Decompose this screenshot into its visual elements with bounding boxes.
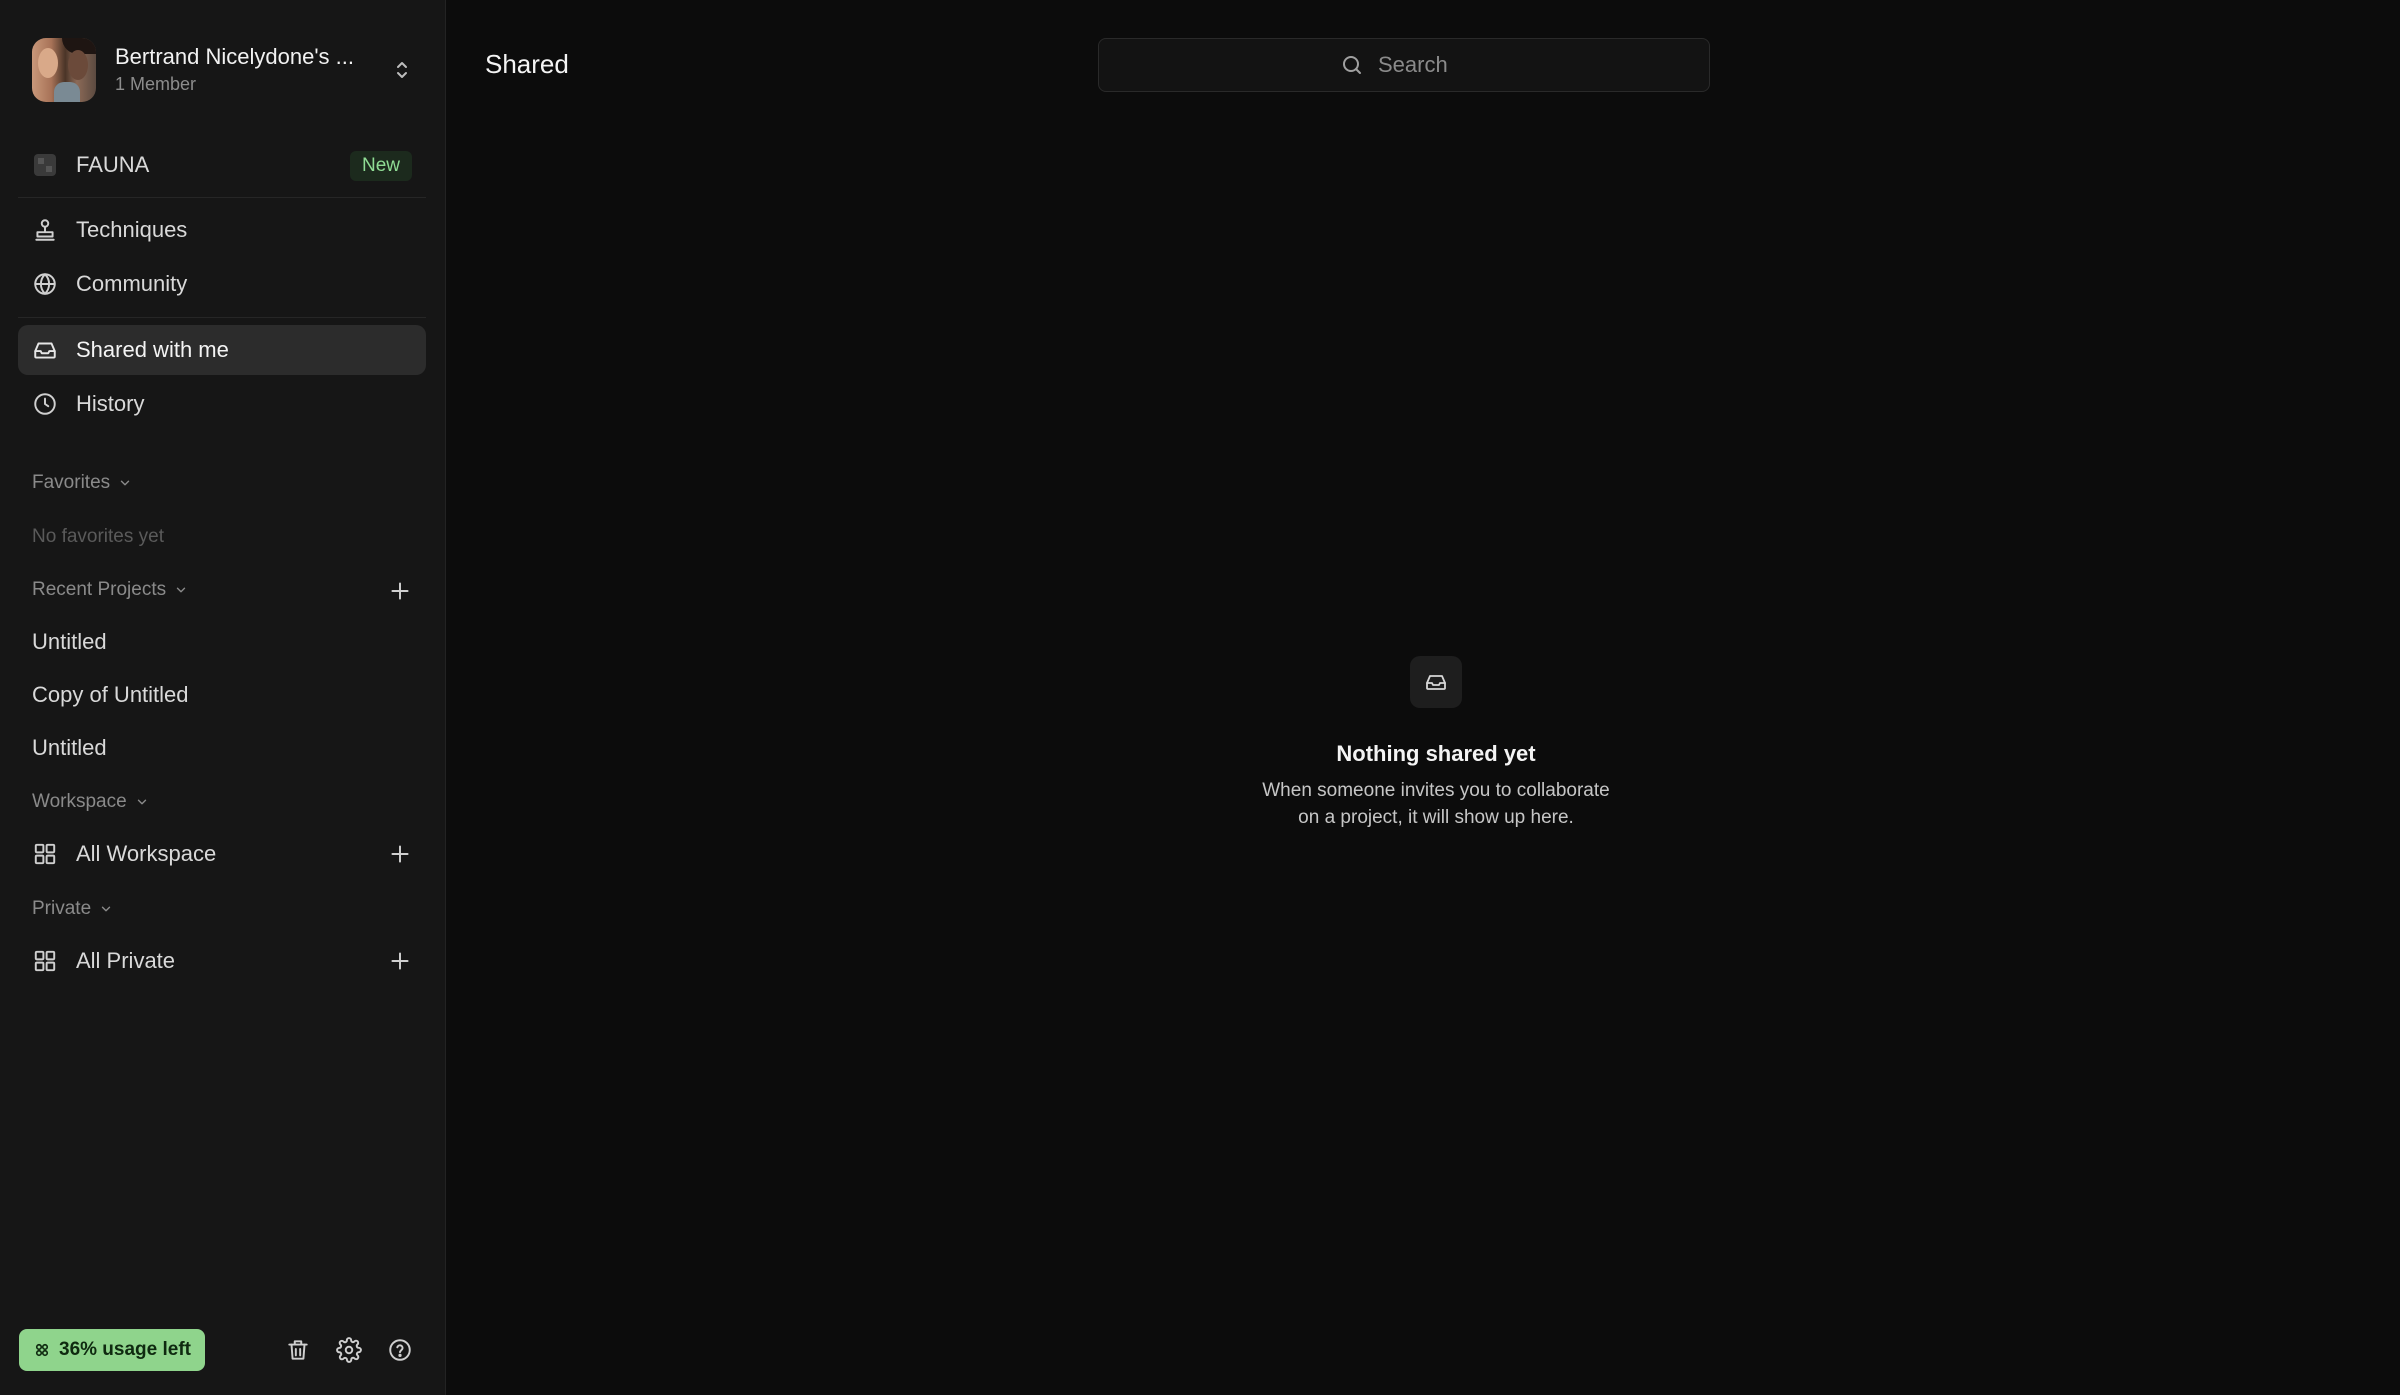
chevron-down-icon <box>120 480 130 486</box>
section-label: Workspace <box>32 791 127 812</box>
sidebar: Bertrand Nicelydone's ... 1 Member FAUNA… <box>0 0 446 1395</box>
nav-item-label: All Workspace <box>76 841 217 866</box>
help-icon <box>389 1339 411 1361</box>
globe-icon <box>32 271 58 297</box>
inbox-icon <box>32 337 58 363</box>
private-section-toggle[interactable]: Private <box>32 898 113 920</box>
empty-state-desc-line: on a project, it will show up here. <box>1298 807 1574 828</box>
recent-project-item[interactable]: Untitled <box>32 735 107 761</box>
recent-projects-section-toggle[interactable]: Recent Projects <box>32 579 188 601</box>
page-title: Shared <box>485 49 569 79</box>
main-content: Shared Nothing shared yet When someone i… <box>447 0 2400 1395</box>
nav-item-techniques[interactable]: Techniques <box>18 205 426 255</box>
stamp-icon <box>32 217 58 243</box>
empty-state-desc-line: When someone invites you to collaborate <box>1262 780 1610 801</box>
chevron-up-down-icon <box>397 62 407 78</box>
search-bar[interactable] <box>1098 38 1710 92</box>
nav-item-shared-with-me[interactable]: Shared with me <box>18 325 426 375</box>
usage-label: 36% usage left <box>59 1339 191 1360</box>
favorites-empty-note: No favorites yet <box>32 526 164 547</box>
plus-icon <box>391 582 409 600</box>
nav-item-label: Shared with me <box>76 337 229 362</box>
nav-item-label: FAUNA <box>76 152 150 177</box>
section-label: Recent Projects <box>32 579 167 600</box>
divider <box>18 317 426 318</box>
trash-button[interactable] <box>285 1337 311 1363</box>
nav-item-fauna[interactable]: FAUNA New <box>18 140 426 190</box>
usage-icon <box>35 1343 49 1357</box>
avatar <box>32 38 96 102</box>
account-members: 1 Member <box>115 74 197 94</box>
section-label: Private <box>32 898 92 919</box>
grid-icon <box>32 948 58 974</box>
plus-icon <box>391 952 409 970</box>
nav-item-all-private[interactable]: All Private <box>18 936 426 986</box>
clock-icon <box>32 391 58 417</box>
divider <box>18 197 426 198</box>
nav-item-label: Techniques <box>76 217 188 242</box>
empty-state-description: When someone invites you to collaborate … <box>1136 777 1736 831</box>
nav-item-label: History <box>76 391 145 416</box>
search-input[interactable] <box>1378 52 1468 78</box>
add-private-button[interactable] <box>387 948 413 974</box>
nav-item-label: All Private <box>76 948 176 973</box>
add-project-button[interactable] <box>387 578 413 604</box>
trash-icon <box>288 1340 308 1360</box>
gear-icon <box>336 1337 362 1363</box>
nav-item-label: Community <box>76 271 188 296</box>
grid-icon <box>32 841 58 867</box>
workspace-section-toggle[interactable]: Workspace <box>32 791 149 813</box>
chevron-down-icon <box>101 906 111 912</box>
section-label: Favorites <box>32 472 111 493</box>
empty-state-title: Nothing shared yet <box>1336 741 1536 766</box>
help-button[interactable] <box>387 1337 413 1363</box>
inbox-icon <box>1426 675 1446 690</box>
nav-item-all-workspace[interactable]: All Workspace <box>18 829 426 879</box>
account-name: Bertrand Nicelydone's ... <box>115 44 354 69</box>
usage-button[interactable]: 36% usage left <box>19 1329 205 1371</box>
recent-project-item[interactable]: Copy of Untitled <box>32 682 189 708</box>
new-badge: New <box>349 151 412 181</box>
chevron-down-icon <box>176 587 186 593</box>
recent-project-item[interactable]: Untitled <box>32 629 107 655</box>
favorites-section-toggle[interactable]: Favorites <box>32 472 132 494</box>
search-icon <box>1343 56 1361 74</box>
nav-item-community[interactable]: Community <box>18 259 426 309</box>
add-workspace-button[interactable] <box>387 841 413 867</box>
account-switcher[interactable]: Bertrand Nicelydone's ... 1 Member <box>32 37 414 103</box>
chevron-down-icon <box>137 799 146 805</box>
plus-icon <box>391 845 409 863</box>
nav-item-history[interactable]: History <box>18 379 426 429</box>
settings-button[interactable] <box>336 1337 362 1363</box>
fauna-icon <box>32 152 58 178</box>
empty-state-icon-box <box>1410 656 1462 708</box>
